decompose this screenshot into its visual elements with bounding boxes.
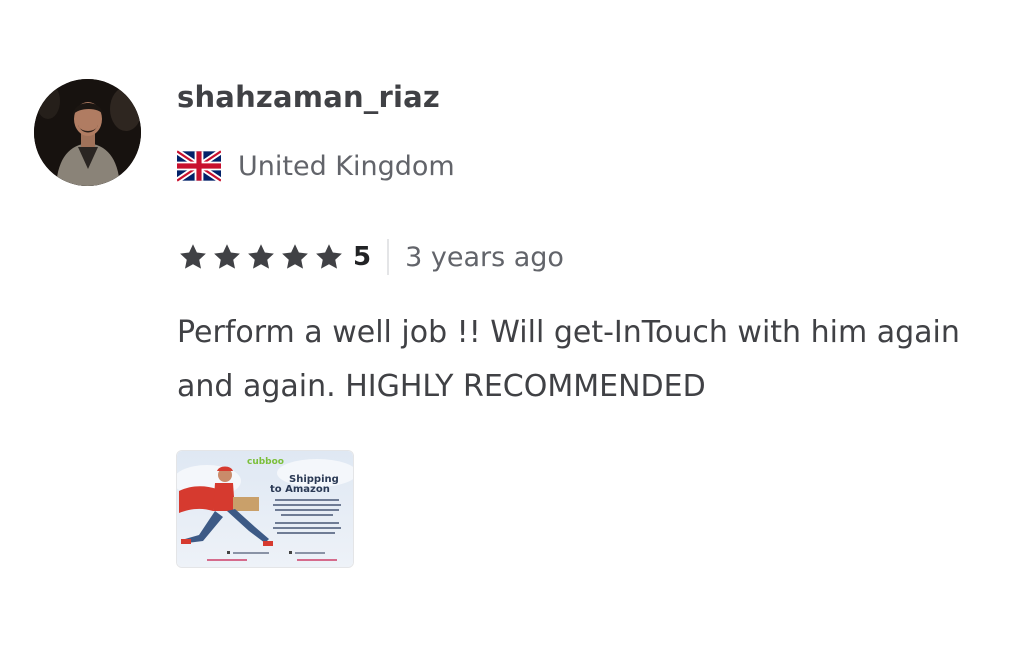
avatar-photo [34,79,141,186]
rating-row: 5 3 years ago [177,238,564,276]
star-icon [279,242,311,272]
attachment-image: cubboo Shipping to Amazon [177,451,353,567]
attachment-logo: cubboo [247,457,284,467]
star-icon [245,242,277,272]
review-attachment-thumbnail[interactable]: cubboo Shipping to Amazon [176,450,354,568]
divider [387,239,390,275]
review-timestamp: 3 years ago [405,241,564,273]
attachment-headline-2: to Amazon [270,484,330,495]
reviewer-username[interactable]: shahzaman_riaz [177,80,440,114]
reviewer-country: United Kingdom [177,148,455,184]
uk-flag-icon [177,150,221,182]
star-rating [177,242,347,272]
star-icon [313,242,345,272]
review-text: Perform a well job !! Will get-InTouch w… [177,315,960,404]
star-icon [177,242,209,272]
rating-value: 5 [353,242,372,272]
star-icon [211,242,243,272]
avatar[interactable] [34,79,141,186]
country-name: United Kingdom [238,150,455,182]
